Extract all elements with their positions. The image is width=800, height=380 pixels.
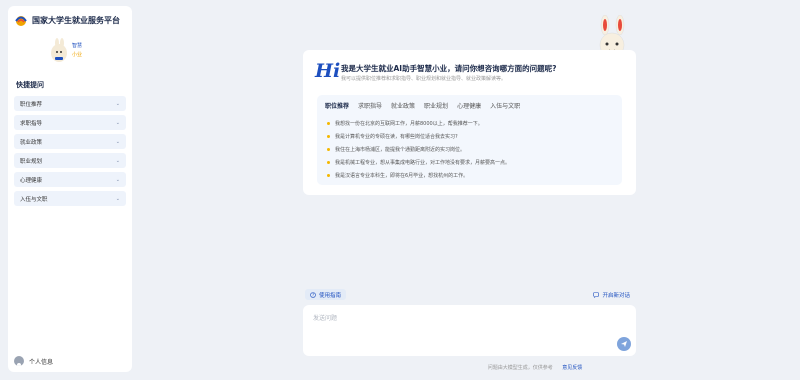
mascot-mini-image: 智慧 小业 <box>45 38 95 64</box>
question-list: 我想找一份在北京的互联网工作，月薪8000以上，帮我推荐一下。 我是计算机专业的… <box>327 117 510 182</box>
footer: 问题由大模型生成，仅供参考 意见反馈 <box>0 364 800 371</box>
suggested-question[interactable]: 我是汉语言专业本科生，即将在6月毕业，想找杭州的工作。 <box>327 169 510 182</box>
tab-career-planning[interactable]: 职业规划 <box>424 101 448 110</box>
composer-toolbar: ? 使用指南 开启新对话 <box>303 288 636 302</box>
question-text: 我是机械工程专业，想从事集成电路行业，对工作地没有要求，月薪要高一点。 <box>335 160 511 166</box>
question-text: 我住在上海市杨浦区，能提我个通勤距离附近的实习岗位。 <box>335 147 466 153</box>
new-chat-button[interactable]: 开启新对话 <box>589 289 634 300</box>
mascot-caption-2: 小业 <box>72 52 83 58</box>
chevron-double-down-icon: ⌄ <box>115 176 120 183</box>
welcome-title: 我是大学生就业AI助手智慧小业，请问你想咨询哪方面的问题呢? <box>341 64 557 73</box>
tab-military-civilian[interactable]: 入伍与文职 <box>490 101 520 110</box>
brand-title: 国家大学生就业服务平台 <box>32 15 120 25</box>
chevron-double-down-icon: ⌄ <box>115 119 120 126</box>
tab-employment-policy[interactable]: 就业政策 <box>391 101 415 110</box>
quick-item-label: 求职指导 <box>20 120 43 127</box>
disclaimer-text: 问题由大模型生成，仅供参考 <box>487 365 553 371</box>
bullet-dot-icon <box>327 135 330 138</box>
topic-panel: 职位推荐 求职指导 就业政策 职业规划 心理健康 入伍与文职 我想找一份在北京的… <box>317 95 622 185</box>
tab-job-recommend[interactable]: 职位推荐 <box>325 101 349 110</box>
bullet-dot-icon <box>327 122 330 125</box>
quick-item-job-guidance[interactable]: 求职指导 ⌄ <box>14 115 126 130</box>
brand-logo-icon <box>15 16 27 26</box>
tab-job-guidance[interactable]: 求职指导 <box>358 101 382 110</box>
suggested-question[interactable]: 我是机械工程专业，想从事集成电路行业，对工作地没有要求，月薪要高一点。 <box>327 156 510 169</box>
mascot-caption-1: 智慧 <box>72 43 83 49</box>
quick-item-military-civilian[interactable]: 入伍与文职 ⌄ <box>14 191 126 206</box>
suggested-question[interactable]: 我是计算机专业的专硕在读，有哪些岗位适合我去实习? <box>327 130 510 143</box>
message-input[interactable] <box>311 311 595 325</box>
question-text: 我是计算机专业的专硕在读，有哪些岗位适合我去实习? <box>335 134 458 140</box>
quick-questions-title: 快捷提问 <box>16 81 44 89</box>
brand[interactable]: 国家大学生就业服务平台 <box>14 12 126 28</box>
chevron-double-down-icon: ⌄ <box>115 100 120 107</box>
new-chat-label: 开启新对话 <box>602 292 630 299</box>
send-button[interactable] <box>617 337 631 351</box>
quick-item-label: 职位推荐 <box>20 101 43 108</box>
quick-item-label: 入伍与文职 <box>20 196 48 203</box>
sidebar: 国家大学生就业服务平台 智慧 小业 快捷提问 职位推荐 ⌄ 求职指导 ⌄ 就业政… <box>8 6 132 372</box>
new-chat-icon <box>593 291 600 298</box>
usage-guide-label: 使用指南 <box>319 292 342 299</box>
mascot-mini-icon <box>51 38 67 62</box>
usage-guide-button[interactable]: ? 使用指南 <box>305 289 347 300</box>
quick-item-employment-policy[interactable]: 就业政策 ⌄ <box>14 134 126 149</box>
help-circle-icon: ? <box>310 291 316 298</box>
bullet-dot-icon <box>327 174 330 177</box>
send-icon <box>621 341 627 347</box>
suggested-question[interactable]: 我想找一份在北京的互联网工作，月薪8000以上，帮我推荐一下。 <box>327 117 510 130</box>
bullet-dot-icon <box>327 148 330 151</box>
quick-item-mental-health[interactable]: 心理健康 ⌄ <box>14 172 126 187</box>
quick-item-label: 就业政策 <box>20 139 43 146</box>
chevron-double-down-icon: ⌄ <box>115 138 120 145</box>
welcome-subtitle: 我可以提供职位推荐和求职指导、职业规划和就业指导、就业政策解读等。 <box>341 76 507 82</box>
topic-tabs: 职位推荐 求职指导 就业政策 职业规划 心理健康 入伍与文职 <box>325 101 520 110</box>
message-composer <box>303 305 636 356</box>
suggested-question[interactable]: 我住在上海市杨浦区，能提我个通勤距离附近的实习岗位。 <box>327 143 510 156</box>
quick-item-career-planning[interactable]: 职业规划 ⌄ <box>14 153 126 168</box>
question-text: 我想找一份在北京的互联网工作，月薪8000以上，帮我推荐一下。 <box>335 121 483 127</box>
chevron-double-down-icon: ⌄ <box>115 195 120 202</box>
hi-logo: Hi <box>315 60 341 82</box>
chevron-double-down-icon: ⌄ <box>115 157 120 164</box>
quick-item-label: 心理健康 <box>20 177 43 184</box>
welcome-card: Hi 我是大学生就业AI助手智慧小业，请问你想咨询哪方面的问题呢? 我可以提供职… <box>303 50 636 195</box>
question-text: 我是汉语言专业本科生，即将在6月毕业，想找杭州的工作。 <box>335 173 469 179</box>
bullet-dot-icon <box>327 161 330 164</box>
quick-item-label: 职业规划 <box>20 158 43 165</box>
feedback-link[interactable]: 意见反馈 <box>562 365 582 371</box>
svg-text:?: ? <box>312 292 314 297</box>
quick-question-list: 职位推荐 ⌄ 求职指导 ⌄ 就业政策 ⌄ 职业规划 ⌄ 心理健康 ⌄ 入伍与文职… <box>14 96 126 206</box>
quick-item-job-recommend[interactable]: 职位推荐 ⌄ <box>14 96 126 111</box>
tab-mental-health[interactable]: 心理健康 <box>457 101 481 110</box>
